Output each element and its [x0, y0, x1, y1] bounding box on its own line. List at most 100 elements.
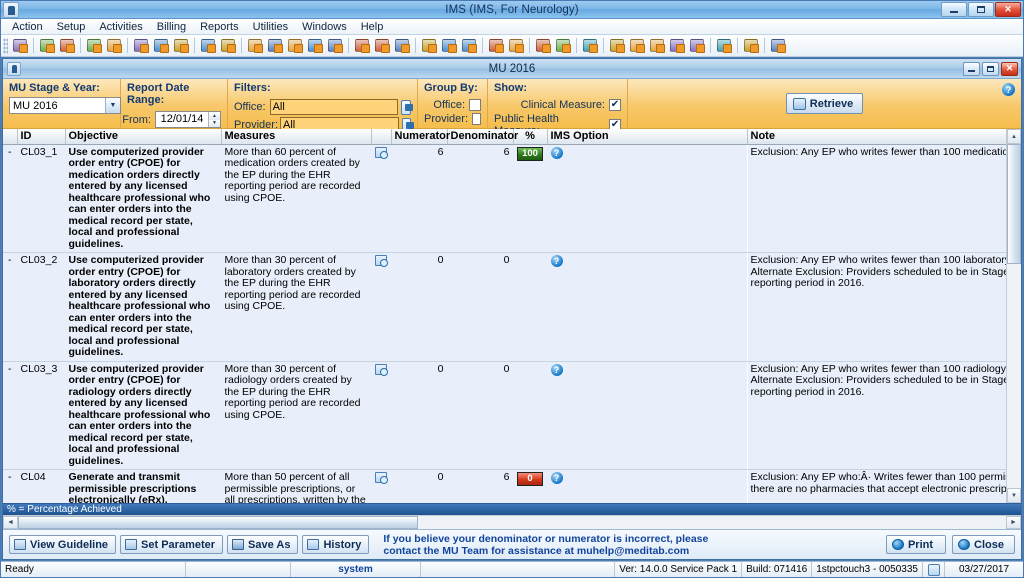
restore-button[interactable]: [968, 2, 994, 17]
menu-setup[interactable]: Setup: [50, 20, 93, 34]
ledger-icon[interactable]: [285, 36, 305, 55]
scroll-right-button[interactable]: ►: [1006, 516, 1021, 529]
col-percent[interactable]: %: [513, 129, 548, 145]
child-restore-button[interactable]: [982, 61, 999, 76]
menu-activities[interactable]: Activities: [92, 20, 149, 34]
scroll-left-button[interactable]: ◄: [3, 516, 18, 529]
col-note[interactable]: Note: [747, 129, 1006, 145]
office-lookup-icon[interactable]: [401, 99, 413, 115]
globe-icon[interactable]: [439, 36, 459, 55]
back-arrow-icon[interactable]: [419, 36, 439, 55]
hscroll-thumb[interactable]: [18, 516, 418, 529]
chart-icon[interactable]: [533, 36, 553, 55]
cell-measure-icon[interactable]: [371, 144, 391, 253]
col-measures[interactable]: Measures: [221, 129, 372, 145]
open-folder-icon[interactable]: [84, 36, 104, 55]
mu-stage-year-select[interactable]: MU 2016 ▼: [9, 97, 121, 114]
exit-icon[interactable]: [768, 36, 788, 55]
dollar-icon[interactable]: [245, 36, 265, 55]
cell-ims-option[interactable]: ?: [547, 361, 747, 470]
filter-help-icon[interactable]: ?: [1002, 83, 1015, 96]
col-numerator[interactable]: Numerator: [391, 129, 450, 145]
menu-utilities[interactable]: Utilities: [246, 20, 295, 34]
exchange-icon[interactable]: [627, 36, 647, 55]
menu-help[interactable]: Help: [354, 20, 391, 34]
chevron-down-icon[interactable]: ▼: [105, 98, 120, 113]
grid-vertical-scrollbar[interactable]: ▲ ▼: [1006, 129, 1021, 503]
prescription-icon[interactable]: [131, 36, 151, 55]
measure-detail-icon[interactable]: [375, 472, 388, 484]
office-filter-input[interactable]: All: [269, 99, 399, 115]
child-close-button[interactable]: ✕: [1001, 61, 1018, 76]
measure-detail-icon[interactable]: [375, 255, 388, 267]
group-office-checkbox[interactable]: [469, 99, 481, 111]
shield-icon[interactable]: [171, 36, 191, 55]
help-circle-icon[interactable]: ?: [550, 146, 563, 159]
help-circle-icon[interactable]: ?: [550, 363, 563, 376]
menu-action[interactable]: Action: [5, 20, 50, 34]
table-row[interactable]: - CL04 Generate and transmit permissible p…: [3, 469, 1006, 503]
report-icon[interactable]: [580, 36, 600, 55]
clinical-measure-checkbox[interactable]: ✔: [609, 99, 621, 111]
lab-flask-icon[interactable]: [151, 36, 171, 55]
address-book-icon[interactable]: [392, 36, 412, 55]
table-row[interactable]: - CL03_3 Use computerized provider order e…: [3, 361, 1006, 470]
scroll-up-button[interactable]: ▲: [1007, 129, 1021, 144]
status-session-icon[interactable]: [923, 562, 945, 577]
print-button[interactable]: Print: [885, 535, 947, 554]
contact-card-icon[interactable]: [553, 36, 573, 55]
vscroll-thumb[interactable]: [1007, 144, 1021, 264]
window-icon[interactable]: [486, 36, 506, 55]
cell-ims-option[interactable]: ?: [547, 252, 747, 362]
edit-note-icon[interactable]: [104, 36, 124, 55]
toolbar-grip[interactable]: [3, 37, 8, 54]
col-id[interactable]: ID: [17, 129, 66, 145]
cell-ims-option[interactable]: ?: [547, 144, 747, 253]
measure-detail-icon[interactable]: [375, 363, 388, 376]
col-denominator[interactable]: Denominator: [447, 129, 518, 145]
stack-icon[interactable]: [218, 36, 238, 55]
dollar-circle-icon[interactable]: [265, 36, 285, 55]
vscroll-track[interactable]: [1007, 144, 1021, 488]
menu-windows[interactable]: Windows: [295, 20, 354, 34]
lock-icon[interactable]: [741, 36, 761, 55]
book-icon[interactable]: [687, 36, 707, 55]
col-ims-option[interactable]: IMS Option: [547, 129, 748, 145]
document-icon[interactable]: [198, 36, 218, 55]
help-icon[interactable]: [714, 36, 734, 55]
menu-reports[interactable]: Reports: [193, 20, 246, 34]
child-minimize-button[interactable]: [963, 61, 980, 76]
table-row[interactable]: - CL03_2 Use computerized provider order e…: [3, 252, 1006, 362]
task-icon[interactable]: [667, 36, 687, 55]
help-circle-icon[interactable]: ?: [550, 472, 563, 484]
patient-icon[interactable]: [10, 36, 30, 55]
set-parameter-button[interactable]: Set Parameter: [120, 535, 224, 554]
cell-measure-icon[interactable]: [371, 361, 391, 470]
retrieve-button[interactable]: Retrieve: [785, 93, 864, 114]
cell-measure-icon[interactable]: [371, 252, 391, 362]
help-circle-icon[interactable]: ?: [550, 255, 563, 267]
table-row[interactable]: - CL03_1 Use computerized provider order e…: [3, 144, 1006, 253]
cell-measure-icon[interactable]: [371, 469, 391, 503]
schedule-icon[interactable]: [372, 36, 392, 55]
folder-open-icon[interactable]: [506, 36, 526, 55]
save-as-button[interactable]: Save As: [227, 535, 299, 554]
from-date-input[interactable]: 12/01/14 ▲ ▼: [155, 111, 221, 128]
claim-icon[interactable]: [325, 36, 345, 55]
view-guideline-button[interactable]: View Guideline: [9, 535, 117, 554]
measure-detail-icon[interactable]: [375, 146, 388, 159]
grid-horizontal-scrollbar[interactable]: ◄ ►: [3, 515, 1021, 529]
calendar-icon[interactable]: [352, 36, 372, 55]
scroll-down-button[interactable]: ▼: [1007, 488, 1021, 503]
patient-check-icon[interactable]: [57, 36, 77, 55]
messages-icon[interactable]: [647, 36, 667, 55]
group-provider-checkbox[interactable]: [472, 113, 481, 125]
close-button[interactable]: ✕: [995, 2, 1021, 17]
payment-icon[interactable]: [305, 36, 325, 55]
close-window-button[interactable]: Close: [952, 535, 1015, 554]
hscroll-track[interactable]: [18, 516, 1006, 529]
minimize-button[interactable]: [941, 2, 967, 17]
menu-billing[interactable]: Billing: [150, 20, 193, 34]
col-objective[interactable]: Objective: [65, 129, 222, 145]
globe-refresh-icon[interactable]: [459, 36, 479, 55]
